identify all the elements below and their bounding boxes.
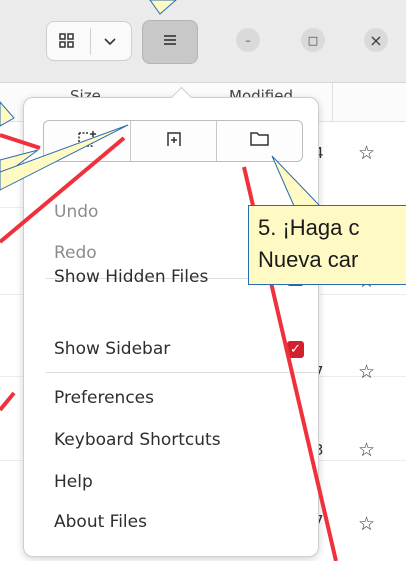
callout-line-1: 5. ¡Haga c	[258, 215, 360, 240]
callout-pointer	[271, 155, 322, 207]
callout-pointer	[0, 101, 15, 127]
callout-pointer	[149, 0, 177, 15]
annotation-arrow	[0, 391, 16, 412]
instruction-callout: 5. ¡Haga c Nueva car	[248, 205, 406, 285]
callout-line-2: Nueva car	[258, 247, 359, 272]
annotation-arrow	[0, 133, 41, 150]
